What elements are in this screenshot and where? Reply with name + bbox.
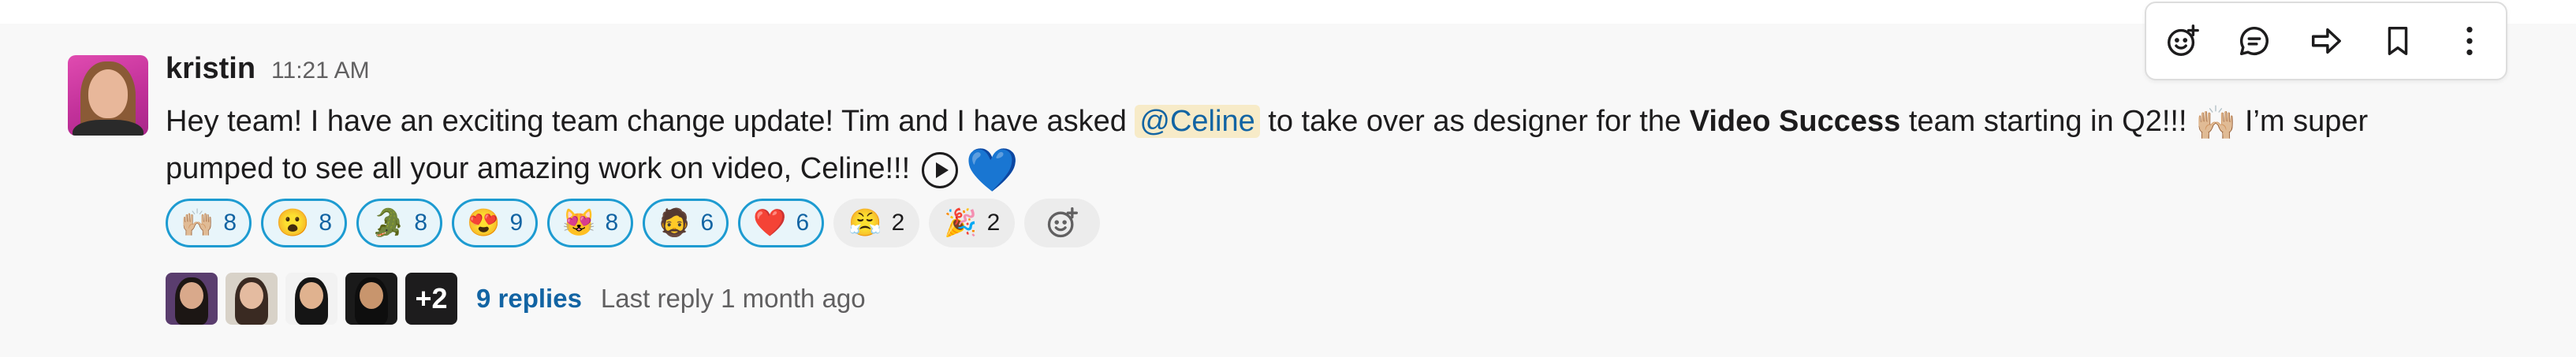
reaction-pill[interactable]: 😤 2 [833,199,920,247]
reply-avatar [285,273,337,325]
message-timestamp[interactable]: 11:21 AM [271,58,370,84]
add-reaction-toolbar-button[interactable] [2155,13,2210,69]
reaction-count: 6 [796,210,810,236]
reply-avatar [166,273,218,325]
reaction-emoji: 😍 [467,208,501,238]
reaction-count: 2 [986,210,1001,236]
message-text: Hey team! I have an exciting team change… [166,98,2452,192]
reaction-emoji: 🧔 [658,208,692,238]
reaction-emoji: 🐊 [371,208,405,238]
add-reaction-icon [2164,23,2201,59]
reaction-pill[interactable]: 😻 8 [547,199,634,247]
reaction-pill[interactable]: 😮 8 [261,199,348,247]
reaction-count: 8 [319,210,333,236]
more-actions-icon [2451,23,2488,59]
video-play-icon [921,151,958,188]
reaction-pill[interactable]: 🐊 8 [356,199,443,247]
last-reply-text: Last reply 1 month ago [600,284,866,313]
reply-count-link[interactable]: 9 replies [476,284,582,314]
blue-heart-emoji: 💙 [965,146,1019,194]
message-text-part: to take over as designer for the [1259,105,1690,138]
reaction-count: 6 [700,210,714,236]
reply-in-thread-icon [2236,23,2272,59]
thread-summary[interactable]: +2 9 replies Last reply 1 month ago [166,273,866,325]
reaction-emoji: 🙌🏼 [181,208,214,238]
reaction-pill[interactable]: 😍 9 [452,199,539,247]
reply-avatar [345,273,397,325]
raised-hands-emoji: 🙌🏼 [2195,103,2237,141]
more-repliers-count: +2 [405,273,457,325]
reaction-emoji: 🎉 [944,208,978,238]
reaction-pill[interactable]: 🙌🏼 8 [166,199,252,247]
author-avatar[interactable] [68,55,148,136]
forward-icon [2308,23,2344,59]
reply-in-thread-button[interactable] [2227,13,2282,69]
message-text-part: team starting in Q2!!! [1900,105,2196,138]
more-actions-button[interactable] [2442,13,2497,69]
reaction-count: 9 [509,210,524,236]
reaction-count: 8 [223,210,237,236]
bold-text: Video Success [1689,105,1901,138]
user-mention[interactable]: @Celine [1135,105,1260,138]
reply-avatar [226,273,278,325]
reaction-count: 8 [414,210,428,236]
reaction-count: 8 [605,210,619,236]
reaction-emoji: 😻 [562,208,596,238]
reaction-emoji: ❤️ [753,208,787,238]
reaction-emoji: 😤 [848,208,882,238]
add-reaction-button[interactable] [1024,199,1101,247]
reaction-pill[interactable]: 🧔 6 [643,199,729,247]
author-name[interactable]: kristin [166,52,255,86]
reactions-bar: 🙌🏼 8 😮 8 🐊 8 😍 9 😻 8 🧔 6 ❤️ 6 😤 2 🎉 2 [166,199,1101,247]
reaction-count: 2 [891,210,905,236]
message-header: kristin 11:21 AM [166,52,370,90]
message-actions-toolbar [2145,2,2507,80]
message-text-part: Hey team! I have an exciting team change… [166,105,1135,138]
add-reaction-icon [1045,206,1079,240]
forward-message-button[interactable] [2298,13,2354,69]
reaction-emoji: 😮 [276,208,310,238]
save-for-later-button[interactable] [2370,13,2425,69]
reaction-pill[interactable]: 🎉 2 [929,199,1016,247]
reaction-pill[interactable]: ❤️ 6 [738,199,825,247]
bookmark-icon [2380,23,2416,59]
